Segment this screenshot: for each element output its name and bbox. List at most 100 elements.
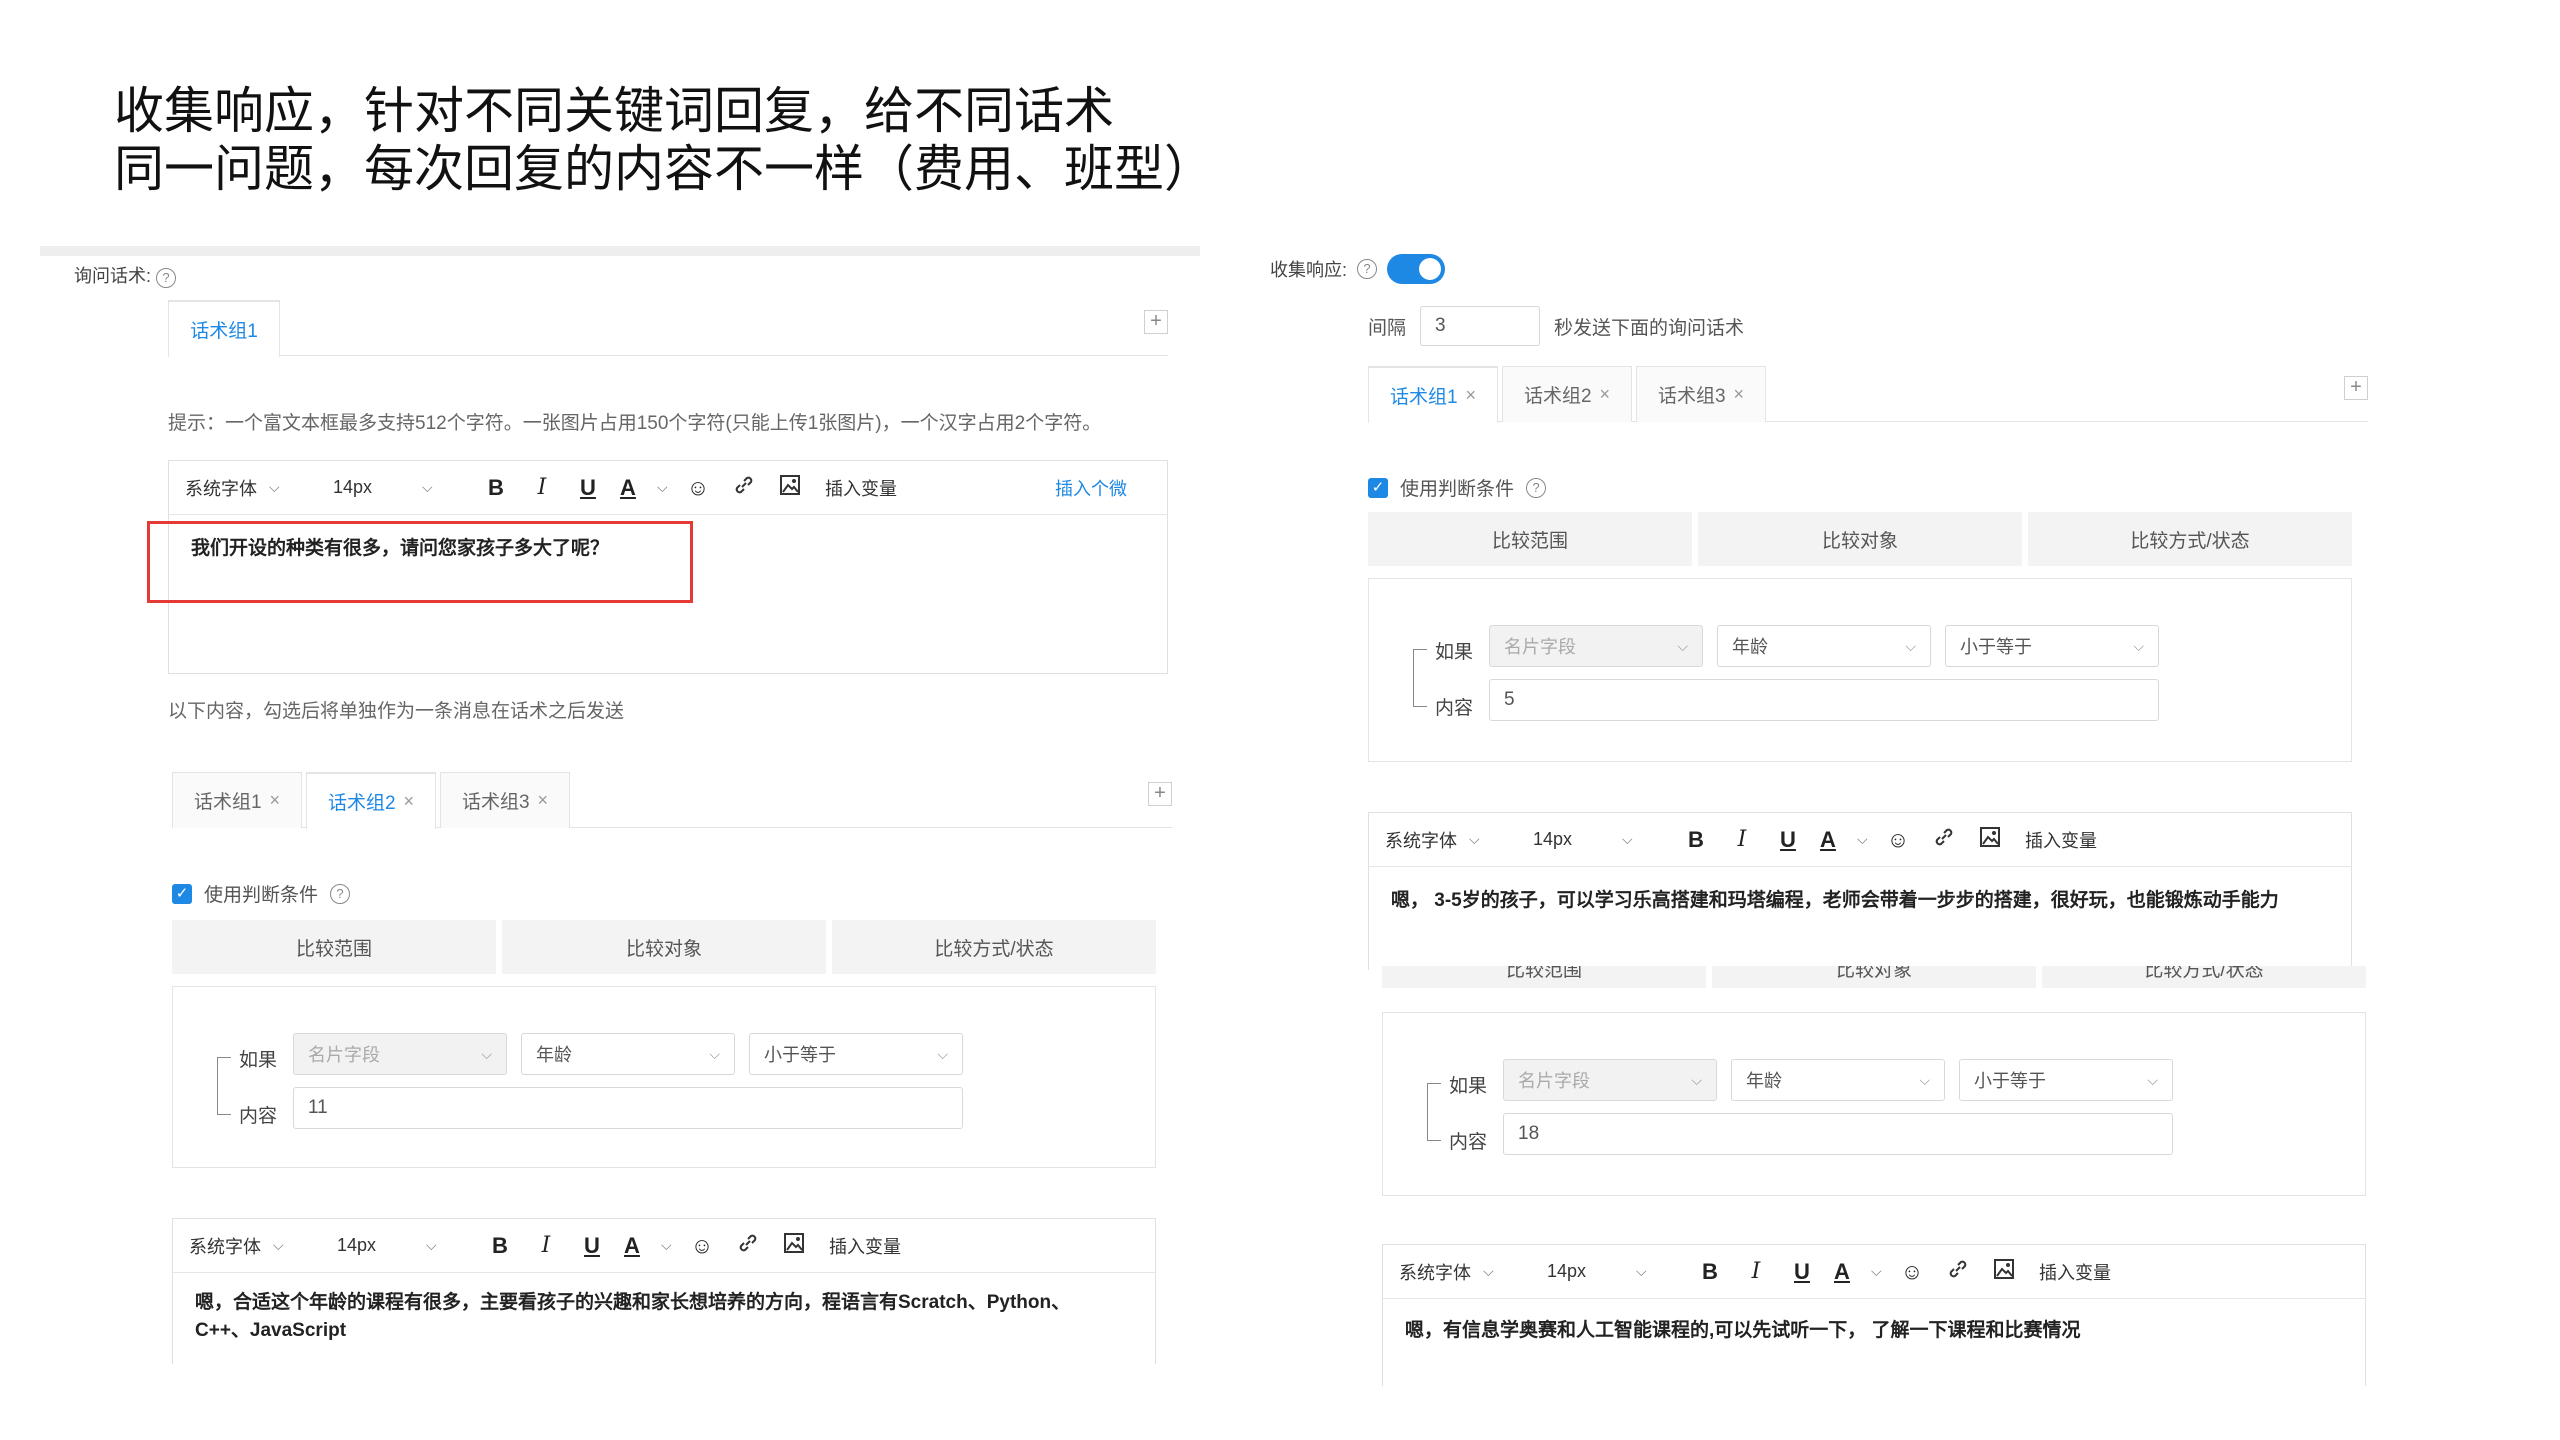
object-select[interactable]: 年龄 ⌵ — [1717, 625, 1931, 667]
italic-icon[interactable]: I — [1719, 827, 1765, 852]
editor-content[interactable]: 嗯， 3-5岁的孩子，可以学习乐高搭建和玛塔编程，老师会带着一步步的搭建，很好玩… — [1391, 887, 2331, 915]
image-icon[interactable] — [1967, 825, 2013, 855]
operator-select-value: 小于等于 — [1974, 1071, 2046, 1091]
compare-range-header: 比较范围 — [172, 920, 496, 974]
bold-icon[interactable]: B — [1673, 827, 1719, 853]
tab-label: 话术组3 — [461, 792, 530, 813]
link-icon[interactable] — [1935, 1257, 1981, 1287]
font-size-select[interactable]: 14px ⌵ — [337, 1235, 477, 1256]
text-color-icon[interactable]: A — [1811, 827, 1845, 853]
image-icon[interactable] — [1981, 1257, 2027, 1287]
font-size-select[interactable]: 14px ⌵ — [1547, 1261, 1687, 1282]
operator-select[interactable]: 小于等于 ⌵ — [1945, 625, 2159, 667]
tab-group-1[interactable]: 话术组1 — [168, 300, 280, 357]
bold-icon[interactable]: B — [477, 1233, 523, 1259]
checkbox-checked-icon[interactable]: ✓ — [1368, 477, 1388, 498]
use-condition-row[interactable]: ✓ 使用判断条件 ? — [172, 880, 351, 907]
underline-icon[interactable]: U — [569, 1233, 615, 1259]
object-select[interactable]: 年龄 ⌵ — [521, 1033, 735, 1075]
checkbox-checked-icon[interactable]: ✓ — [172, 883, 192, 904]
content-input[interactable]: 5 — [1489, 679, 2159, 721]
help-icon[interactable]: ? — [156, 268, 177, 288]
field-select[interactable]: 名片字段 ⌵ — [1489, 625, 1703, 667]
bold-icon[interactable]: B — [1687, 1259, 1733, 1285]
tab-group-2[interactable]: 话术组2 × — [1502, 366, 1632, 422]
content-input[interactable]: 18 — [1503, 1113, 2173, 1155]
left-tabbar: 话术组1 + — [168, 300, 1168, 357]
font-family-select[interactable]: 系统字体 ⌵ — [189, 1233, 329, 1259]
tab-label: 话术组3 — [1657, 386, 1726, 407]
chevron-down-icon[interactable]: ⌵ — [657, 479, 675, 496]
tab-group-3[interactable]: 话术组3 × — [1636, 366, 1766, 422]
help-icon[interactable]: ? — [330, 883, 351, 904]
underline-icon[interactable]: U — [1765, 827, 1811, 853]
italic-icon[interactable]: I — [523, 1233, 569, 1258]
text-color-icon[interactable]: A — [1825, 1259, 1859, 1285]
underline-icon[interactable]: U — [1779, 1259, 1825, 1285]
content-input[interactable]: 11 — [293, 1087, 963, 1129]
emoji-icon[interactable]: ☺ — [1875, 827, 1921, 853]
link-icon[interactable] — [721, 473, 767, 503]
bold-icon[interactable]: B — [473, 475, 519, 501]
font-family-select[interactable]: 系统字体 ⌵ — [185, 475, 325, 501]
help-icon[interactable]: ? — [1526, 477, 1547, 498]
interval-label: 间隔 — [1368, 317, 1407, 339]
close-icon[interactable]: × — [1734, 384, 1745, 405]
tab-group-3[interactable]: 话术组3 × — [440, 772, 570, 828]
object-select[interactable]: 年龄 ⌵ — [1731, 1059, 1945, 1101]
tab-group-1[interactable]: 话术组1 × — [1368, 366, 1498, 423]
add-tab-icon[interactable]: + — [2344, 376, 2368, 400]
link-icon[interactable] — [725, 1231, 771, 1261]
chevron-down-icon[interactable]: ⌵ — [661, 1237, 679, 1254]
help-icon[interactable]: ? — [1357, 259, 1378, 279]
right-tabbar: 话术组1 × 话术组2 × 话术组3 × + — [1368, 366, 2368, 423]
insert-wechat-button[interactable]: 插入个微 — [1055, 475, 1127, 501]
italic-icon[interactable]: I — [1733, 1259, 1779, 1284]
chevron-down-icon[interactable]: ⌵ — [1857, 831, 1875, 848]
font-family-select[interactable]: 系统字体 ⌵ — [1385, 827, 1525, 853]
close-icon[interactable]: × — [1466, 385, 1477, 406]
chevron-down-icon[interactable]: ⌵ — [1871, 1263, 1889, 1280]
italic-icon[interactable]: I — [519, 475, 565, 500]
image-icon[interactable] — [767, 473, 813, 503]
font-size-select[interactable]: 14px ⌵ — [333, 477, 473, 498]
editor-toolbar: 系统字体 ⌵ 14px ⌵ B I U A ⌵ ☺ 插入变量 — [1369, 813, 2351, 867]
field-select[interactable]: 名片字段 ⌵ — [1503, 1059, 1717, 1101]
tab-group-1[interactable]: 话术组1 × — [172, 772, 302, 828]
close-icon[interactable]: × — [404, 791, 415, 812]
text-color-icon[interactable]: A — [615, 1233, 649, 1259]
field-select[interactable]: 名片字段 ⌵ — [293, 1033, 507, 1075]
tab-group-2[interactable]: 话术组2 × — [306, 772, 436, 829]
close-icon[interactable]: × — [538, 790, 549, 811]
font-family-select[interactable]: 系统字体 ⌵ — [1399, 1259, 1539, 1285]
operator-select[interactable]: 小于等于 ⌵ — [1959, 1059, 2173, 1101]
compare-range-header: 比较范围 — [1382, 966, 1706, 988]
emoji-icon[interactable]: ☺ — [1889, 1259, 1935, 1285]
add-tab-icon[interactable]: + — [1144, 310, 1168, 334]
emoji-icon[interactable]: ☺ — [675, 475, 721, 501]
font-family-value: 系统字体 — [189, 1236, 261, 1257]
close-icon[interactable]: × — [1600, 384, 1611, 405]
insert-variable-button[interactable]: 插入变量 — [2025, 827, 2097, 853]
collect-response-toggle[interactable] — [1387, 254, 1446, 284]
text-color-icon[interactable]: A — [611, 475, 645, 501]
insert-variable-button[interactable]: 插入变量 — [825, 475, 897, 501]
content-label: 内容 — [239, 1106, 278, 1127]
use-condition-row[interactable]: ✓ 使用判断条件 ? — [1368, 474, 1547, 501]
editor-content[interactable]: 嗯，有信息学奥赛和人工智能课程的,可以先试听一下， 了解一下课程和比赛情况 — [1405, 1317, 2345, 1345]
add-tab-icon[interactable]: + — [1148, 782, 1172, 806]
insert-variable-button[interactable]: 插入变量 — [829, 1233, 901, 1259]
link-icon[interactable] — [1921, 825, 1967, 855]
insert-variable-button[interactable]: 插入变量 — [2039, 1259, 2111, 1285]
editor-toolbar: 系统字体 ⌵ 14px ⌵ B I U A ⌵ ☺ 插入变量 插入个微 — [169, 461, 1167, 515]
editor-content[interactable]: 嗯，合适这个年龄的课程有很多，主要看孩子的兴趣和家长想培养的方向，程语言有Scr… — [195, 1289, 1115, 1345]
font-family-value: 系统字体 — [1385, 830, 1457, 851]
font-size-select[interactable]: 14px ⌵ — [1533, 829, 1673, 850]
chevron-down-icon: ⌵ — [1919, 1071, 1930, 1088]
close-icon[interactable]: × — [270, 790, 281, 811]
operator-select[interactable]: 小于等于 ⌵ — [749, 1033, 963, 1075]
image-icon[interactable] — [771, 1231, 817, 1261]
emoji-icon[interactable]: ☺ — [679, 1233, 725, 1259]
underline-icon[interactable]: U — [565, 475, 611, 501]
interval-input[interactable]: 3 — [1420, 306, 1541, 346]
